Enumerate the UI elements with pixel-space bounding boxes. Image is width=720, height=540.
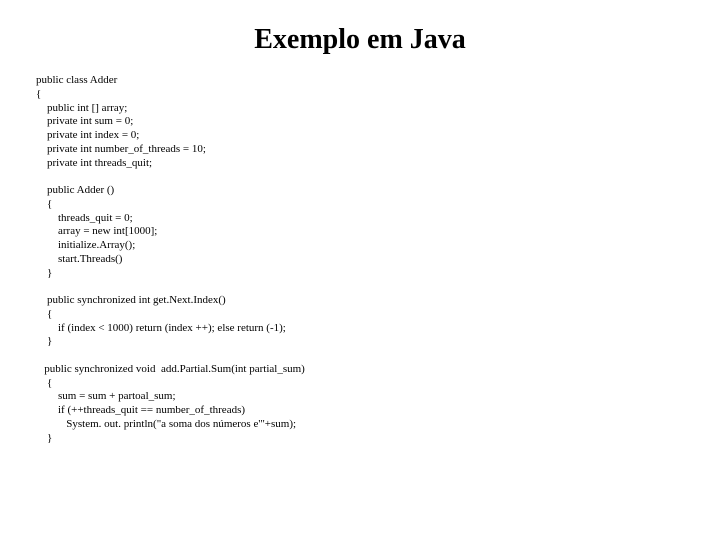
slide-title: Exemplo em Java bbox=[0, 0, 720, 74]
java-code-block: public class Adder { public int [] array… bbox=[0, 74, 720, 445]
